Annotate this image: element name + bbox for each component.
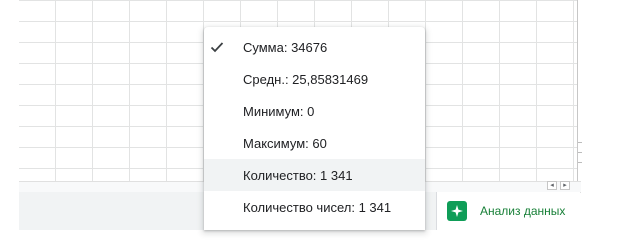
menu-item-label: Количество чисел: 1 341 <box>243 199 392 215</box>
menu-item-count[interactable]: Количество: 1 341 <box>204 159 425 191</box>
row-tick <box>578 142 582 143</box>
menu-item-label: Минимум: 0 <box>243 103 315 119</box>
menu-item-label: Средн.: 25,85831469 <box>243 71 369 87</box>
arrow-right-icon: ▸ <box>563 182 567 189</box>
arrow-left-icon: ◂ <box>550 182 554 189</box>
explore-button[interactable]: Анализ данных <box>436 192 580 230</box>
menu-item-min[interactable]: Минимум: 0 <box>204 95 425 127</box>
checkmark-icon <box>210 42 224 53</box>
menu-item-max[interactable]: Максимум: 60 <box>204 127 425 159</box>
menu-item-count-numbers[interactable]: Количество чисел: 1 341 <box>204 191 425 223</box>
menu-item-label: Сумма: 34676 <box>243 39 328 55</box>
explore-sparkle-icon <box>447 201 467 221</box>
menu-item-sum[interactable]: Сумма: 34676 <box>204 31 425 63</box>
menu-item-average[interactable]: Средн.: 25,85831469 <box>204 63 425 95</box>
sum-dropdown-menu: Сумма: 34676 Средн.: 25,85831469 Минимум… <box>204 27 425 230</box>
menu-item-label: Максимум: 60 <box>243 135 327 151</box>
explore-label: Анализ данных <box>480 204 566 218</box>
scroll-left-button[interactable]: ◂ <box>547 181 557 190</box>
scroll-right-button[interactable]: ▸ <box>560 181 570 190</box>
row-tick <box>578 162 582 163</box>
menu-item-label: Количество: 1 341 <box>243 167 353 183</box>
grid-right-margin <box>578 0 631 181</box>
row-tick <box>578 152 582 153</box>
